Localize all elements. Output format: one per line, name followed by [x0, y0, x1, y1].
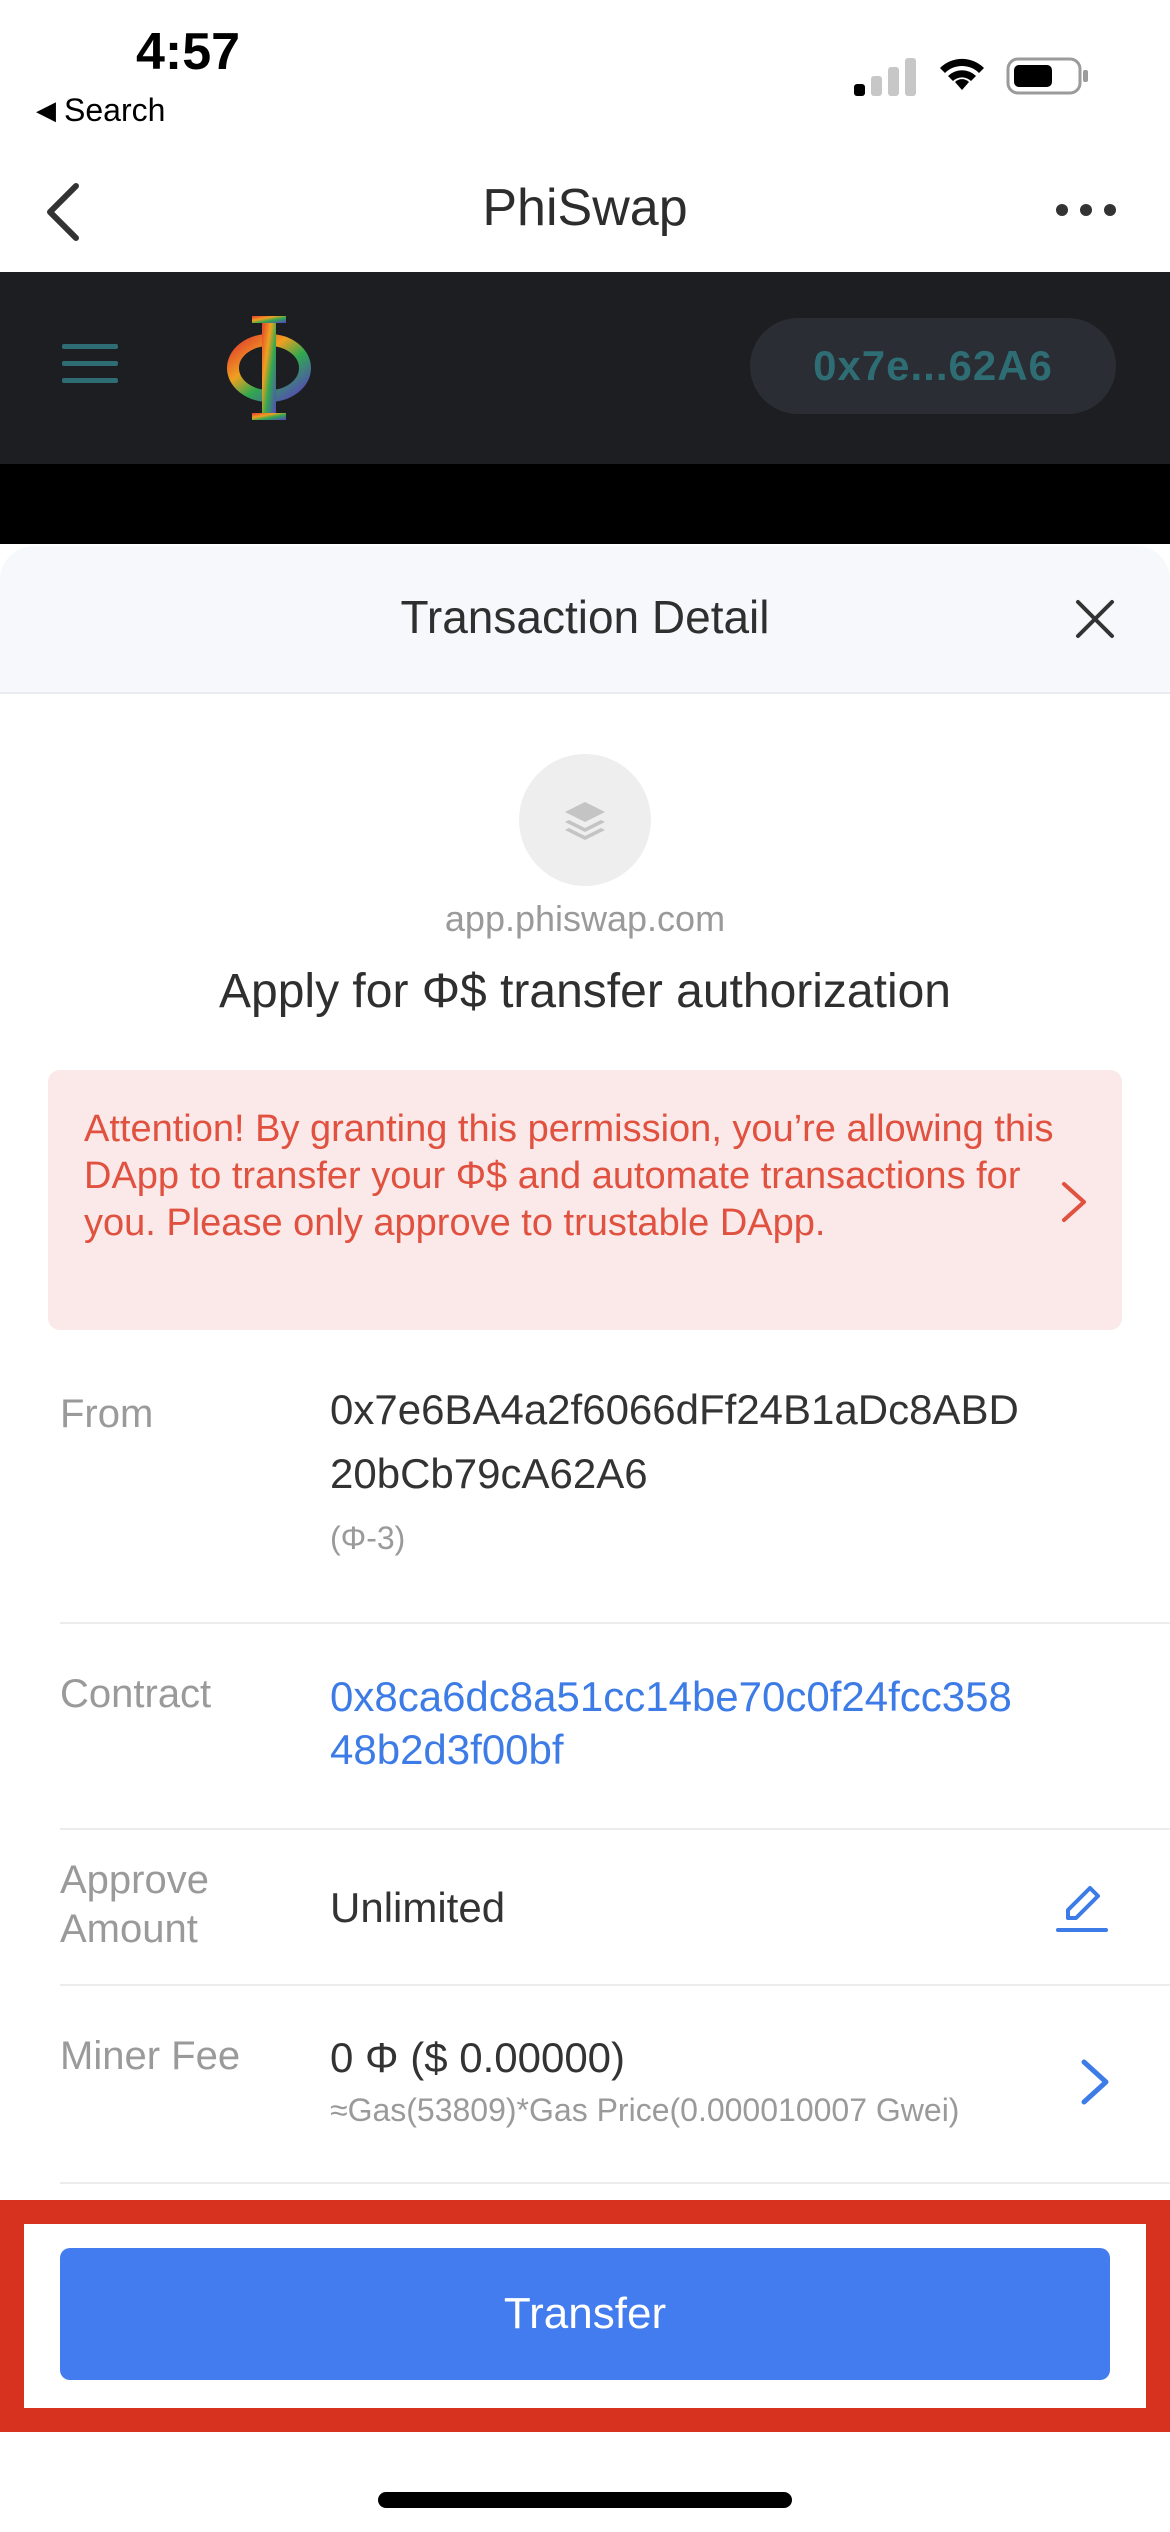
close-icon[interactable]: [1074, 598, 1116, 640]
from-label: From: [60, 1392, 154, 1436]
miner-fee-row[interactable]: Miner Fee 0 Φ ($ 0.00000) ≈Gas(53809)*Ga…: [60, 1986, 1170, 2184]
navigation-bar: PhiSwap: [0, 150, 1170, 272]
approve-amount-row: Approve Amount Unlimited: [60, 1830, 1170, 1986]
transfer-button[interactable]: Transfer: [60, 2248, 1110, 2380]
contract-label: Contract: [60, 1672, 212, 1716]
transfer-highlight-frame: Transfer: [0, 2200, 1170, 2432]
dapp-content-backdrop: [0, 464, 1170, 544]
chevron-right-icon: [1062, 1182, 1086, 1222]
approve-amount-label-line2: Amount: [60, 1907, 198, 1951]
status-bar: 4:57 ◀ Search: [0, 0, 1170, 150]
back-app-label: Search: [64, 92, 166, 128]
layers-icon: [565, 802, 605, 840]
back-to-app-link[interactable]: ◀ Search: [36, 92, 165, 129]
dapp-domain: app.phiswap.com: [444, 898, 726, 939]
request-title: Apply for Φ$ transfer authorization: [219, 965, 951, 1018]
miner-fee-value: 0 Φ ($ 0.00000): [330, 2034, 626, 2081]
approve-amount-value: Unlimited: [330, 1884, 506, 1931]
from-address-line1: 0x7e6BA4a2f6066dFf24B1aDc8ABD: [330, 1386, 1019, 1433]
from-row: From 0x7e6BA4a2f6066dFf24B1aDc8ABD 20bCb…: [60, 1350, 1170, 1624]
battery-icon: [1006, 57, 1088, 95]
cellular-signal-icon: [854, 58, 916, 96]
phiswap-logo-icon: [227, 316, 311, 420]
contract-address-line2[interactable]: 48b2d3f00bf: [330, 1723, 564, 1776]
from-network: (Φ-3): [330, 1520, 406, 1556]
miner-fee-label: Miner Fee: [60, 2034, 241, 2078]
dapp-site-icon: [519, 754, 651, 886]
dapp-header: 0x7e...62A6: [0, 272, 1170, 464]
more-options-icon[interactable]: [1054, 198, 1118, 222]
transaction-detail-sheet: Transaction Detail app.phiswap.com Apply…: [0, 546, 1170, 2532]
chevron-right-icon[interactable]: [1080, 2058, 1110, 2106]
wallet-address-button[interactable]: 0x7e...62A6: [750, 318, 1116, 414]
page-title: PhiSwap: [482, 179, 688, 237]
warning-text: Attention! By granting this permission, …: [84, 1108, 1054, 1244]
contract-address-line1[interactable]: 0x8ca6dc8a51cc14be70c0f24fcc358: [330, 1670, 1012, 1723]
sheet-header: Transaction Detail: [0, 546, 1170, 694]
back-triangle-icon: ◀: [36, 95, 56, 125]
home-indicator[interactable]: [378, 2492, 792, 2508]
status-time: 4:57: [136, 23, 241, 81]
wifi-icon: [940, 58, 984, 90]
approve-amount-label-line1: Approve: [60, 1858, 209, 1902]
permission-warning[interactable]: Attention! By granting this permission, …: [48, 1070, 1122, 1330]
contract-row: Contract 0x8ca6dc8a51cc14be70c0f24fcc358…: [60, 1624, 1170, 1830]
edit-pencil-icon[interactable]: [1056, 1882, 1108, 1934]
from-address-line2: 20bCb79cA62A6: [330, 1450, 648, 1497]
sheet-title: Transaction Detail: [400, 591, 770, 643]
hamburger-menu-icon[interactable]: [62, 342, 118, 386]
miner-fee-gas-detail: ≈Gas(53809)*Gas Price(0.000010007 Gwei): [330, 2092, 960, 2128]
